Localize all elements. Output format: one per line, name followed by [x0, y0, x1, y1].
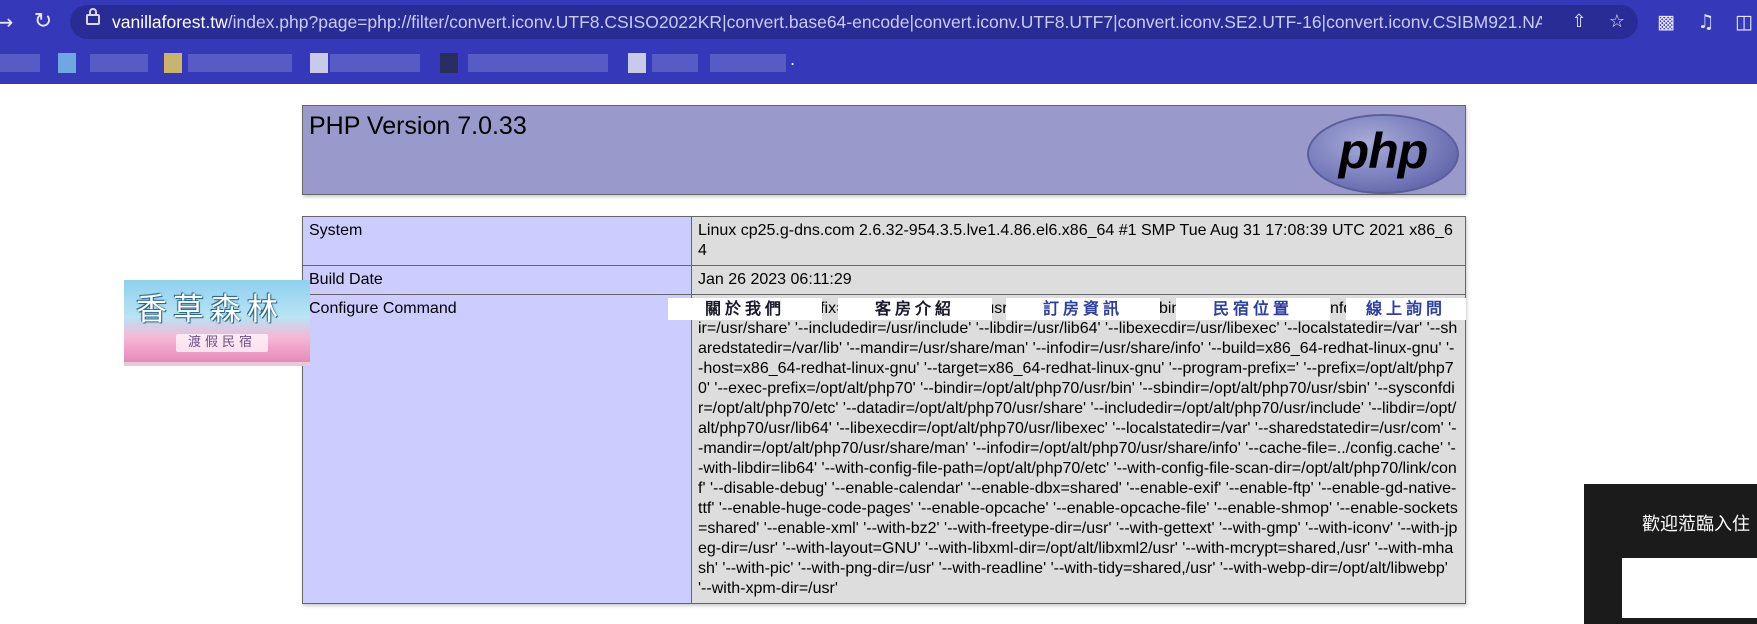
welcome-text: 歡迎蒞臨入住: [1642, 514, 1750, 535]
browser-toolbar: → ↻ vanillaforest.tw/index.php?page=php:…: [0, 0, 1757, 44]
bookmarks-bar: .: [0, 44, 1757, 84]
puzzle-icon[interactable]: ▩: [1654, 10, 1678, 34]
welcome-popup: 歡迎蒞臨入住: [1584, 484, 1757, 624]
bookmark-blurred[interactable]: [652, 54, 698, 72]
bookmark-blurred[interactable]: [330, 54, 420, 72]
php-info-table: System Linux cp25.g-dns.com 2.6.32-954.3…: [302, 216, 1466, 604]
table-row: Build Date Jan 26 2023 06:11:29: [302, 265, 1466, 295]
url-host: vanillaforest.tw: [112, 12, 228, 32]
page-title: PHP Version 7.0.33: [309, 112, 527, 140]
row-key: Build Date: [302, 265, 692, 295]
media-control-icon[interactable]: ♫: [1694, 10, 1718, 34]
site-logo[interactable]: 香草森林 渡假民宿: [124, 280, 310, 366]
bookmark-blurred[interactable]: [0, 54, 40, 72]
row-value: Linux cp25.g-dns.com 2.6.32-954.3.5.lve1…: [691, 216, 1466, 266]
site-logo-name: 香草森林: [136, 292, 284, 328]
star-icon[interactable]: ☆: [1606, 11, 1628, 33]
table-row: System Linux cp25.g-dns.com 2.6.32-954.3…: [302, 216, 1466, 266]
back-arrow-icon[interactable]: →: [0, 9, 18, 35]
bookmark-blurred[interactable]: [188, 54, 292, 72]
site-logo-subtitle: 渡假民宿: [176, 334, 268, 352]
menu-item-booking[interactable]: 訂房資訊: [1006, 298, 1160, 320]
welcome-input-area[interactable]: [1622, 558, 1757, 618]
bookmark-blurred[interactable]: [468, 54, 608, 72]
lock-icon[interactable]: [86, 8, 100, 25]
menu-item-rooms[interactable]: 客房介紹: [838, 298, 992, 320]
php-header: PHP Version 7.0.33 php: [302, 105, 1466, 195]
side-panel-icon[interactable]: ◫: [1732, 10, 1756, 34]
bookmark-favicon: [58, 53, 76, 73]
php-logo-text: php: [1338, 123, 1429, 179]
bookmark-trailing-text: .: [790, 50, 796, 69]
url-path: /index.php?page=php://filter/convert.ico…: [227, 12, 1542, 32]
bookmark-favicon: [628, 53, 646, 73]
php-logo[interactable]: php: [1307, 114, 1459, 194]
row-key: Configure Command: [302, 294, 692, 604]
url-text[interactable]: vanillaforest.tw/index.php?page=php://fi…: [112, 5, 1542, 39]
table-row: Configure Command './configure' '--prefi…: [302, 294, 1466, 604]
row-value: Jan 26 2023 06:11:29: [691, 265, 1466, 295]
menu-item-location[interactable]: 民宿位置: [1176, 298, 1330, 320]
share-icon[interactable]: ⇧: [1568, 11, 1590, 33]
reload-icon[interactable]: ↻: [30, 9, 56, 35]
address-bar[interactable]: vanillaforest.tw/index.php?page=php://fi…: [70, 5, 1638, 39]
menu-item-about[interactable]: 關於我們: [668, 298, 822, 320]
bookmark-favicon: [164, 53, 182, 73]
bookmark-blurred[interactable]: [710, 54, 786, 72]
row-value: './configure' '--prefix=/usr' '--exec-pr…: [691, 294, 1466, 604]
bookmark-favicon: [310, 53, 328, 73]
row-key: System: [302, 216, 692, 266]
bookmark-blurred[interactable]: [90, 54, 148, 72]
bookmark-favicon: [440, 53, 458, 73]
menu-item-inquiry[interactable]: 線上詢問: [1346, 298, 1466, 320]
